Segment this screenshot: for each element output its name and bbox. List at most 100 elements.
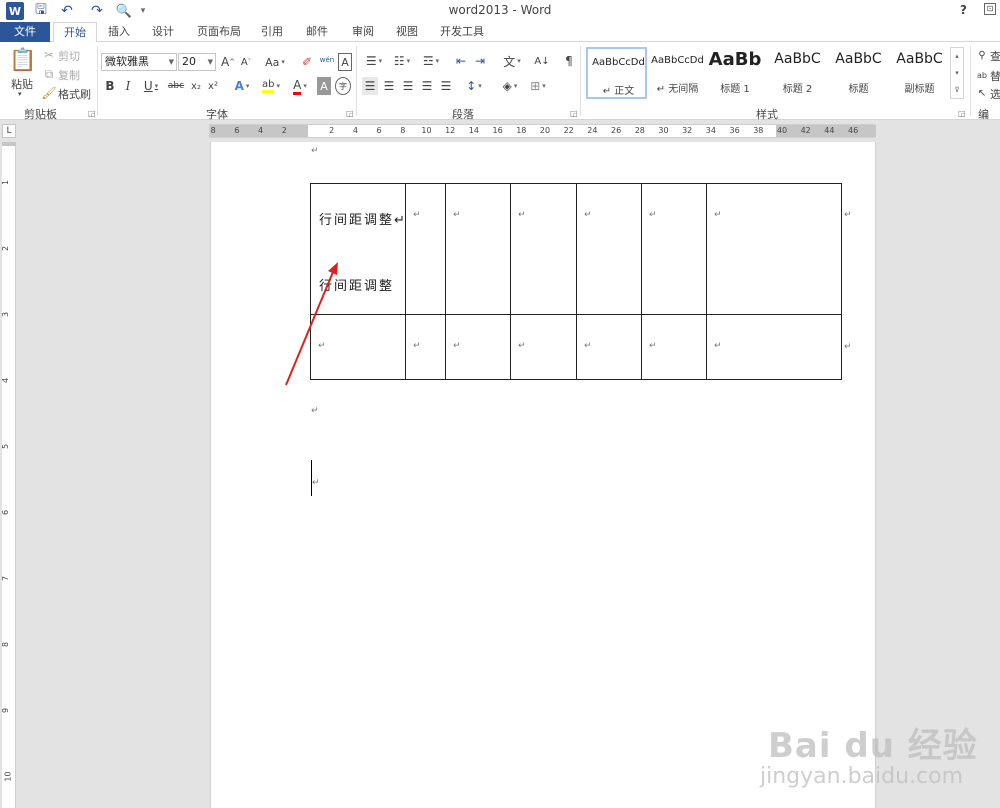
strikethrough-icon[interactable]: abc — [167, 77, 185, 95]
font-name-combo[interactable]: 微软雅黑 ▼ — [101, 53, 177, 71]
style-subtitle[interactable]: AaBbC 副标题 — [889, 47, 950, 99]
cut-button[interactable]: 剪切 — [58, 48, 80, 64]
table-cell[interactable]: ↵ — [510, 183, 577, 315]
style-heading-2[interactable]: AaBbC 标题 2 — [767, 47, 828, 99]
align-left-icon[interactable]: ☰ — [362, 77, 378, 95]
paste-dropdown-icon[interactable]: ▾ — [18, 90, 22, 98]
table-cell[interactable]: ↵ — [405, 183, 446, 315]
ruler-tick-label: 4 — [352, 126, 358, 135]
character-border-icon[interactable]: A — [338, 53, 352, 71]
tab-file[interactable]: 文件 — [0, 22, 50, 42]
sort-icon[interactable]: A↓ — [534, 52, 550, 70]
vertical-ruler[interactable]: 1 2 3 4 5 6 7 8 9 10 — [1, 142, 16, 808]
font-color-icon[interactable]: A ▾ — [288, 77, 312, 95]
character-shading-icon[interactable]: A — [317, 77, 331, 95]
change-case-icon[interactable]: Aa ▾ — [262, 53, 288, 71]
style-no-spacing[interactable]: AaBbCcDd ↵ 无间隔 — [647, 47, 708, 99]
italic-icon[interactable]: I — [121, 77, 135, 95]
tab-page-layout[interactable]: 页面布局 — [192, 22, 246, 42]
copy-button[interactable]: 复制 — [58, 67, 80, 83]
horizontal-ruler[interactable]: 8 6 4 2 2 4 6 8 10 12 14 16 18 20 22 24 26 28 30 32 34 36 38 40… — [209, 124, 876, 138]
table-cell[interactable]: ↵ — [310, 314, 406, 380]
tab-view[interactable]: 视图 — [389, 22, 425, 42]
table-cell[interactable]: ↵ — [641, 314, 707, 380]
multilevel-list-icon[interactable]: ☲ ▾ — [419, 52, 443, 70]
bold-icon[interactable]: B — [103, 77, 117, 95]
shrink-font-icon[interactable]: Aˇ — [238, 53, 254, 71]
font-launcher-icon[interactable]: ◲ — [346, 109, 354, 118]
decrease-indent-icon[interactable]: ⇤ — [453, 52, 469, 70]
paste-icon[interactable]: 📋 — [9, 46, 36, 74]
styles-launcher-icon[interactable]: ◲ — [958, 109, 966, 118]
table-cell[interactable]: ↵ — [445, 183, 511, 315]
style-normal[interactable]: AaBbCcDd ↵ 正文 — [586, 47, 647, 99]
table-cell[interactable]: ↵ — [576, 183, 642, 315]
numbering-icon[interactable]: ☷ ▾ — [390, 52, 414, 70]
enclose-characters-icon[interactable]: 字 — [335, 77, 351, 95]
superscript-icon[interactable]: x² — [206, 77, 220, 95]
format-painter-button[interactable]: 格式刷 — [58, 86, 91, 102]
underline-icon[interactable]: U ▾ — [140, 77, 162, 95]
ruler-tick-label: 30 — [658, 126, 669, 135]
table-cell[interactable]: ↵ — [706, 314, 842, 380]
table-cell[interactable]: ↵ — [576, 314, 642, 380]
table-cell[interactable]: ↵ — [641, 183, 707, 315]
paragraph-launcher-icon[interactable]: ◲ — [570, 109, 578, 118]
cut-icon[interactable]: ✂ — [42, 46, 56, 64]
find-icon[interactable]: ⚲ — [976, 46, 988, 64]
table-cell[interactable]: ↵ — [706, 183, 842, 315]
tab-developer[interactable]: 开发工具 — [434, 22, 490, 42]
justify-icon[interactable]: ☰ — [419, 77, 435, 95]
document-page[interactable]: ↵ 行间距调整↵ 行间距调整 ↵ ↵ ↵ ↵ ↵ ↵ ↵ ↵ ↵ ↵ ↵ ↵ ↵… — [210, 142, 876, 808]
align-center-icon[interactable]: ☰ — [381, 77, 397, 95]
ruler-tick-label: 10 — [421, 126, 432, 135]
table-cell[interactable]: 行间距调整↵ 行间距调整 — [310, 183, 406, 315]
highlight-color-icon[interactable]: ab ▾ — [258, 77, 284, 95]
tab-selector[interactable]: L — [2, 124, 16, 138]
borders-icon[interactable]: ⊞ ▾ — [526, 77, 550, 95]
text-effects-icon[interactable]: A ▾ — [230, 77, 254, 95]
increase-indent-icon[interactable]: ⇥ — [472, 52, 488, 70]
subscript-icon[interactable]: x₂ — [189, 77, 203, 95]
chinese-layout-icon[interactable]: 文 ▾ — [500, 52, 524, 70]
line-spacing-icon[interactable]: ↕ ▾ — [462, 77, 486, 95]
replace-button[interactable]: 替 — [990, 68, 1000, 84]
paste-button[interactable]: 粘贴 — [11, 76, 33, 92]
help-button[interactable]: ? — [960, 3, 967, 17]
show-paragraph-marks-icon[interactable]: ¶ — [562, 52, 576, 70]
clipboard-launcher-icon[interactable]: ◲ — [88, 109, 96, 118]
phonetic-guide-icon[interactable]: wén — [318, 51, 336, 69]
tab-review[interactable]: 审阅 — [345, 22, 381, 42]
tab-design[interactable]: 设计 — [145, 22, 181, 42]
select-icon[interactable]: ↖ — [976, 84, 988, 102]
find-button[interactable]: 查 — [990, 48, 1000, 64]
tab-references[interactable]: 引用 — [254, 22, 290, 42]
shading-icon[interactable]: ◈ ▾ — [498, 77, 522, 95]
style-heading-1[interactable]: AaBb 标题 1 — [708, 47, 762, 99]
table-cell[interactable]: ↵ — [510, 314, 577, 380]
distributed-icon[interactable]: ☰ — [438, 77, 454, 95]
document-table[interactable]: 行间距调整↵ 行间距调整 ↵ ↵ ↵ ↵ ↵ ↵ ↵ ↵ ↵ ↵ ↵ ↵ ↵ — [310, 183, 842, 380]
align-right-icon[interactable]: ☰ — [400, 77, 416, 95]
table-cell[interactable]: ↵ — [405, 314, 446, 380]
style-title[interactable]: AaBbC 标题 — [828, 47, 889, 99]
bullets-icon[interactable]: ☰ ▾ — [362, 52, 386, 70]
styles-gallery: AaBbCcDd ↵ 正文 AaBbCcDd ↵ 无间隔 AaBb 标题 1 A… — [584, 47, 962, 101]
gallery-more-icon[interactable]: ⊽ — [951, 82, 963, 99]
copy-icon[interactable]: ⧉ — [42, 65, 56, 83]
ribbon-display-options-button[interactable]: ⊡ — [984, 3, 996, 15]
tab-insert[interactable]: 插入 — [101, 22, 137, 42]
clear-formatting-icon[interactable]: ✐ — [299, 53, 315, 71]
style-sample-text: AaBbC — [774, 51, 821, 67]
replace-icon[interactable]: ab — [976, 66, 988, 84]
gallery-scroll-up-icon[interactable]: ▴ — [951, 48, 963, 65]
tab-home[interactable]: 开始 — [53, 22, 97, 43]
gallery-scroll-down-icon[interactable]: ▾ — [951, 65, 963, 82]
grow-font-icon[interactable]: A ^ — [220, 53, 236, 71]
group-separator — [580, 46, 581, 116]
format-painter-icon[interactable]: 🖌 — [41, 84, 56, 102]
font-size-combo[interactable]: 20 ▼ — [178, 53, 216, 71]
table-cell[interactable]: ↵ — [445, 314, 511, 380]
select-button[interactable]: 选 — [990, 86, 1000, 102]
tab-mailings[interactable]: 邮件 — [299, 22, 335, 42]
